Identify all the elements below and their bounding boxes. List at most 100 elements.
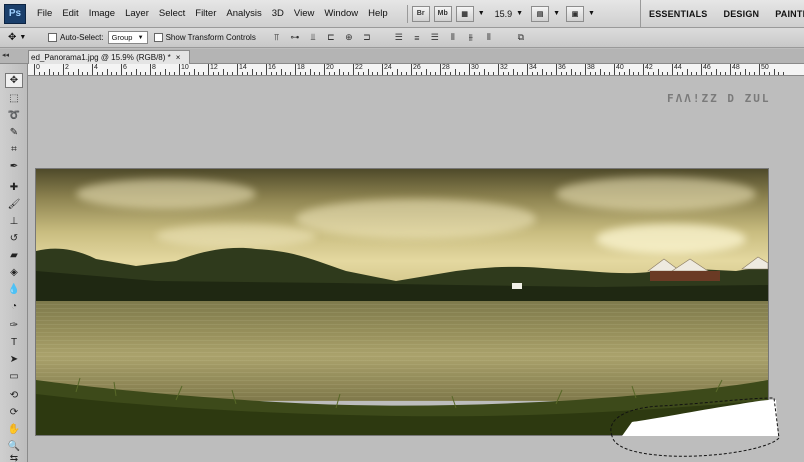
eraser-icon[interactable]: ▰ [5, 248, 23, 263]
auto-select-checkbox[interactable] [48, 33, 57, 42]
hand-icon[interactable]: ✋ [5, 422, 23, 437]
arrange-documents-button[interactable]: ▤ [531, 5, 550, 22]
zoom-icon[interactable]: 🔍 [5, 439, 23, 454]
menu-layer[interactable]: Layer [120, 8, 154, 19]
menu-file[interactable]: File [32, 8, 57, 19]
rectangle-shape-icon[interactable]: ▭ [5, 369, 23, 384]
ruler-label: 14 [239, 64, 247, 71]
distribute-right-icon[interactable]: ⫴ [482, 32, 496, 44]
3d-orbit-icon[interactable]: ⟳ [5, 405, 23, 420]
workspace-essentials[interactable]: ESSENTIALS [641, 9, 716, 19]
watermark-text: FΛΛ!ZZ D ZUL [667, 92, 771, 105]
workspace-painting[interactable]: PAINTING [767, 9, 804, 19]
distribute-center-icon[interactable]: ≡ [410, 32, 424, 44]
distribute-left-icon[interactable]: ⫴ [446, 32, 460, 44]
auto-select-dropdown[interactable]: Group ▼ [107, 31, 148, 44]
grass-foreground [36, 377, 768, 435]
history-brush-icon[interactable]: ↺ [5, 231, 23, 246]
ruler-tick [377, 72, 379, 75]
menu-view[interactable]: View [289, 8, 319, 19]
swap-colors-icon[interactable]: ⇆ [5, 454, 23, 462]
workspace-design[interactable]: DESIGN [716, 9, 768, 19]
paint-bucket-icon[interactable]: ◈ [5, 265, 23, 280]
align-left-icon[interactable]: ⊏ [324, 32, 338, 44]
ruler-tick [633, 72, 635, 75]
ruler-label: 34 [529, 64, 537, 71]
ruler-tick [420, 72, 422, 75]
chevron-down-icon[interactable]: ▼ [516, 10, 523, 17]
crop-icon[interactable]: ⌗ [5, 142, 23, 157]
document-tab[interactable]: ed_Panorama1.jpg @ 15.9% (RGB/8) * × [28, 50, 190, 64]
align-top-icon[interactable]: ⫪ [270, 32, 284, 44]
ruler-label: 12 [210, 64, 218, 71]
distribute-hcenter-icon[interactable]: ⫵ [464, 32, 478, 44]
ruler-label: 20 [326, 64, 334, 71]
menu-filter[interactable]: Filter [190, 8, 221, 19]
panorama-image[interactable] [36, 169, 768, 435]
ruler-tick [314, 72, 316, 75]
ruler-tick [290, 72, 292, 75]
chevron-down-icon[interactable]: ▼ [588, 10, 595, 17]
quick-selection-icon[interactable]: ✎ [5, 125, 23, 140]
minibridge-button[interactable]: Mb [433, 5, 452, 22]
horizontal-ruler[interactable]: 0 2 4 6 8 10 12 14 16 18 20 22 24 26 28 30 32 34 36 38 40 42 4… [28, 64, 804, 76]
menu-analysis[interactable]: Analysis [221, 8, 266, 19]
ruler-tick [183, 72, 185, 75]
screen-mode-button[interactable]: ▣ [566, 5, 585, 22]
menu-image[interactable]: Image [84, 8, 120, 19]
ruler-tick [464, 72, 466, 75]
main-menu: File Edit Image Layer Select Filter Anal… [32, 8, 393, 19]
ruler-tick [560, 72, 562, 75]
ruler-tick [82, 72, 84, 75]
ruler-label: 22 [355, 64, 363, 71]
path-selection-icon[interactable]: ➤ [5, 352, 23, 367]
align-bottom-icon[interactable]: ⫫ [306, 32, 320, 44]
ruler-tick [121, 64, 122, 75]
menu-3d[interactable]: 3D [267, 8, 289, 19]
distribute-bottom-icon[interactable]: ☰ [428, 32, 442, 44]
chevron-down-icon: ▼ [19, 34, 27, 41]
options-bar: ✥ ▼ Auto-Select: Group ▼ Show Transform … [0, 28, 804, 48]
rectangular-marquee-icon[interactable]: ⬚ [5, 91, 23, 106]
lasso-icon[interactable]: ➰ [5, 108, 23, 123]
dodge-icon[interactable]: ◔ [5, 299, 23, 314]
3d-rotate-icon[interactable]: ⟲ [5, 388, 23, 403]
ruler-label: 0 [36, 64, 40, 71]
clone-stamp-icon[interactable]: ⊥ [5, 214, 23, 229]
tool-preset-picker[interactable]: ✥ ▼ [8, 30, 42, 46]
eyedropper-icon[interactable]: ✒ [5, 159, 23, 174]
pen-icon[interactable]: ✑ [5, 318, 23, 333]
chevron-down-icon[interactable]: ▼ [478, 10, 485, 17]
close-icon[interactable]: × [176, 53, 181, 62]
ruler-tick [38, 72, 40, 75]
auto-align-layers-icon[interactable]: ⧉ [514, 32, 528, 44]
distribute-top-icon[interactable]: ☰ [392, 32, 406, 44]
zoom-level[interactable]: 15.9 [495, 9, 513, 19]
align-vertical-center-icon[interactable]: ⊶ [288, 32, 302, 44]
spot-healing-icon[interactable]: ✚ [5, 180, 23, 195]
blur-icon[interactable]: 💧 [5, 282, 23, 297]
menu-edit[interactable]: Edit [57, 8, 83, 19]
ruler-tick [638, 72, 640, 75]
align-right-icon[interactable]: ⊐ [360, 32, 374, 44]
ruler-label: 28 [442, 64, 450, 71]
ruler-tick [396, 69, 398, 75]
ruler-tick [609, 72, 611, 75]
chevron-down-icon[interactable]: ▼ [553, 10, 560, 17]
type-icon[interactable]: T [5, 335, 23, 350]
ruler-tick [106, 69, 108, 75]
move-tool-icon[interactable]: ✥ [5, 73, 23, 88]
brush-icon[interactable]: 🖌 [5, 197, 23, 212]
ruler-label: 6 [123, 64, 127, 71]
show-transform-checkbox[interactable] [153, 33, 163, 42]
align-horizontal-center-icon[interactable]: ⊕ [342, 32, 356, 44]
ruler-tick [522, 72, 524, 75]
menu-help[interactable]: Help [363, 8, 393, 19]
menu-select[interactable]: Select [154, 8, 190, 19]
collapse-panels-icon[interactable]: ◂◂ [2, 51, 24, 62]
menu-window[interactable]: Window [319, 8, 363, 19]
bridge-button[interactable]: Br [411, 5, 430, 22]
ruler-label: 10 [181, 64, 189, 71]
view-extras-button[interactable]: ▦ [455, 5, 474, 22]
ruler-tick [556, 64, 557, 75]
